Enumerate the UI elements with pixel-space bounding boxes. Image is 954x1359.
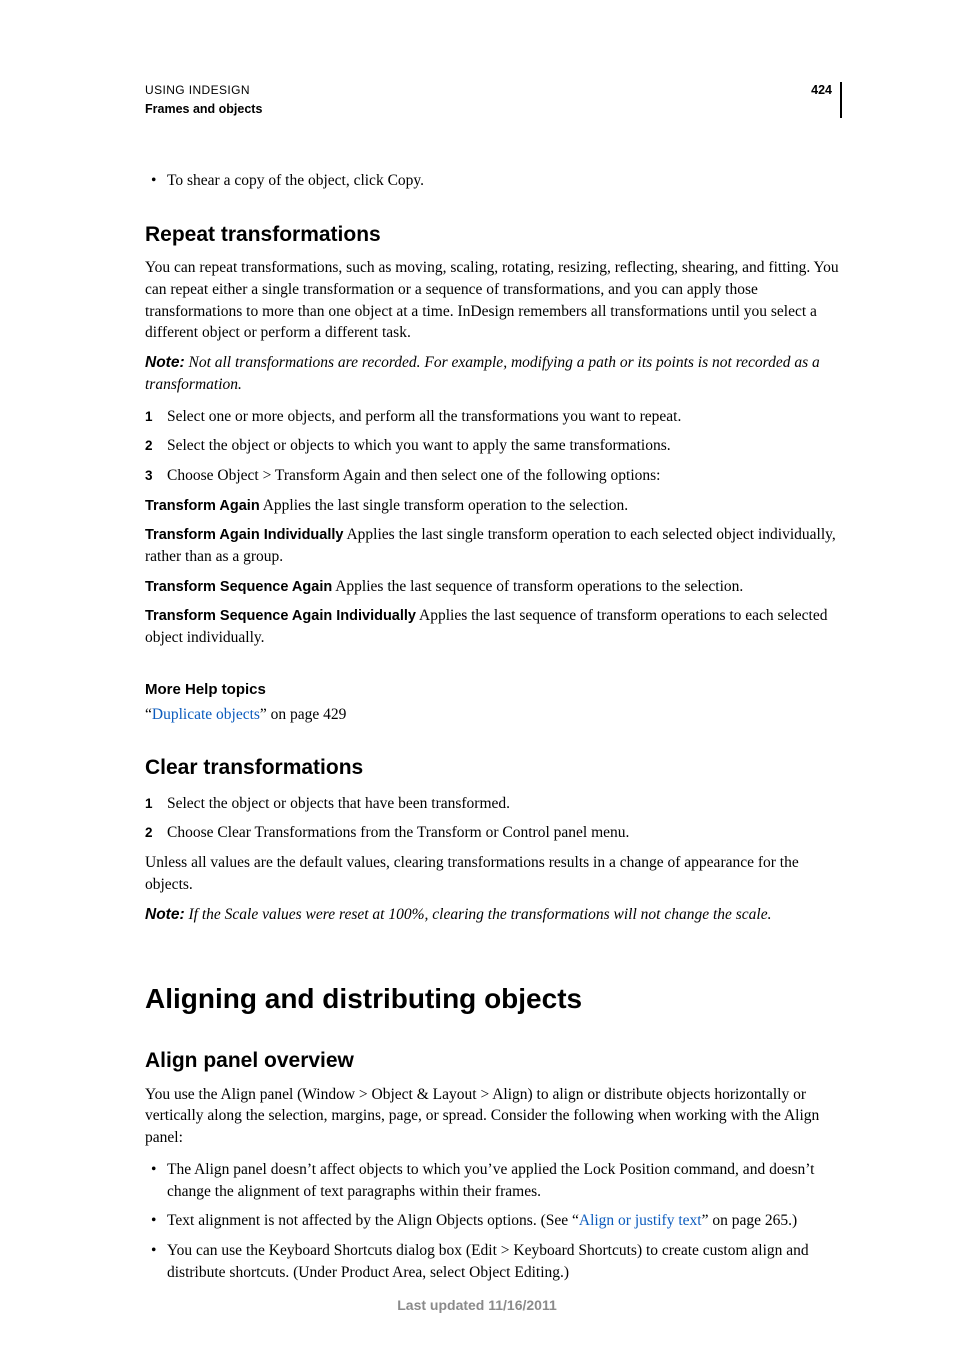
list-item: To shear a copy of the object, click Cop…	[145, 170, 842, 192]
definition: Transform Sequence Again Applies the las…	[145, 576, 842, 598]
text-fragment: ” on page 265.)	[702, 1212, 798, 1229]
heading-clear-transformations: Clear transformations	[145, 753, 842, 782]
link-align-or-justify-text[interactable]: Align or justify text	[579, 1212, 702, 1229]
term: Transform Again Individually	[145, 527, 343, 543]
step-text: Select the object or objects to which yo…	[167, 437, 671, 454]
footer-last-updated: Last updated 11/16/2011	[0, 1296, 954, 1316]
align-bullets: The Align panel doesn’t affect objects t…	[145, 1159, 842, 1283]
term-desc: Applies the last single transform operat…	[260, 497, 628, 514]
header-left: USING INDESIGN Frames and objects	[145, 82, 262, 118]
list-item: Text alignment is not affected by the Al…	[145, 1210, 842, 1232]
list-item: 3 Choose Object > Transform Again and the…	[145, 465, 842, 487]
more-help-link-line: “Duplicate objects” on page 429	[145, 704, 842, 726]
definition: Transform Sequence Again Individually Ap…	[145, 605, 842, 648]
note-body: Not all transformations are recorded. Fo…	[145, 354, 820, 393]
term: Transform Sequence Again Individually	[145, 608, 416, 624]
note-body: If the Scale values were reset at 100%, …	[185, 906, 772, 923]
term: Transform Again	[145, 498, 260, 514]
note-label: Note:	[145, 906, 185, 923]
intro-bullets: To shear a copy of the object, click Cop…	[145, 170, 842, 192]
numbered-list: 1 Select the object or objects that have …	[145, 793, 842, 844]
page-header: USING INDESIGN Frames and objects 424	[145, 82, 842, 118]
heading-repeat-transformations: Repeat transformations	[145, 220, 842, 249]
list-item: 2 Choose Clear Transformations from the T…	[145, 822, 842, 844]
step-number: 2	[145, 435, 153, 457]
step-number: 3	[145, 465, 153, 487]
list-item: The Align panel doesn’t affect objects t…	[145, 1159, 842, 1202]
step-text: Select one or more objects, and perform …	[167, 408, 681, 425]
list-item: 1 Select the object or objects that have …	[145, 793, 842, 815]
list-item: 2 Select the object or objects to which y…	[145, 435, 842, 457]
quote-open: “	[145, 706, 152, 723]
section-title: Frames and objects	[145, 101, 262, 119]
body-text: You can repeat transformations, such as …	[145, 257, 842, 344]
body-text: Unless all values are the default values…	[145, 852, 842, 895]
quote-close-suffix: ” on page 429	[260, 706, 347, 723]
note: Note: Not all transformations are record…	[145, 352, 842, 395]
step-text: Select the object or objects that have b…	[167, 795, 510, 812]
heading-align-panel-overview: Align panel overview	[145, 1046, 842, 1075]
heading-aligning-distributing: Aligning and distributing objects	[145, 979, 842, 1018]
step-number: 1	[145, 406, 153, 428]
numbered-list: 1 Select one or more objects, and perform…	[145, 406, 842, 487]
text-fragment: Text alignment is not affected by the Al…	[167, 1212, 579, 1229]
list-item: 1 Select one or more objects, and perform…	[145, 406, 842, 428]
step-number: 2	[145, 822, 153, 844]
term-desc: Applies the last sequence of transform o…	[332, 578, 743, 595]
doc-title: USING INDESIGN	[145, 82, 262, 99]
term: Transform Sequence Again	[145, 579, 332, 595]
definition: Transform Again Applies the last single …	[145, 495, 842, 517]
more-help-heading: More Help topics	[145, 679, 842, 700]
definition: Transform Again Individually Applies the…	[145, 524, 842, 567]
page: USING INDESIGN Frames and objects 424 To…	[0, 0, 954, 1359]
step-text: Choose Clear Transformations from the Tr…	[167, 824, 629, 841]
list-item: You can use the Keyboard Shortcuts dialo…	[145, 1240, 842, 1283]
note-label: Note:	[145, 354, 185, 371]
page-number: 424	[811, 82, 832, 100]
note: Note: If the Scale values were reset at …	[145, 904, 842, 926]
step-number: 1	[145, 793, 153, 815]
body-text: You use the Align panel (Window > Object…	[145, 1084, 842, 1149]
step-text: Choose Object > Transform Again and then…	[167, 467, 660, 484]
link-duplicate-objects[interactable]: Duplicate objects	[152, 706, 260, 723]
